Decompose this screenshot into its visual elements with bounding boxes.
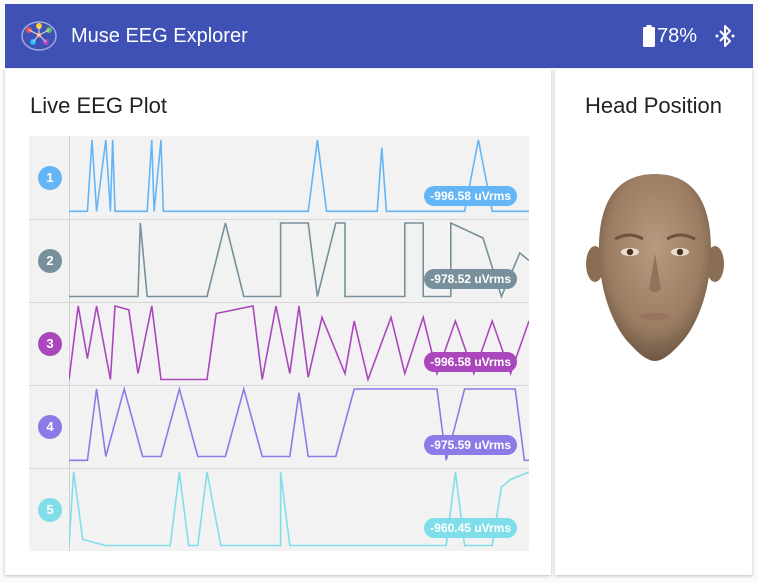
head-position-card: Head Position [555,69,752,575]
channel-reading-badge: -996.58 uVrms [424,352,517,372]
eeg-plot-card: Live EEG Plot 1 -996.58 uVrms 2 -978.52 uVr… [5,69,551,575]
eeg-waveform [69,221,529,299]
channel-separator [29,468,529,469]
head-model-image [586,174,724,361]
plot-title: Live EEG Plot [30,93,167,118]
eeg-channel-5: 5 -960.45 uVrms [29,468,529,551]
eeg-channel-4: 4 -975.59 uVrms [29,385,529,468]
head-position-title: Head Position [585,93,722,118]
channel-reading-badge: -996.58 uVrms [424,186,517,206]
eeg-waveform [69,385,529,462]
channel-separator [29,302,529,303]
brain-circuit-icon [21,21,57,51]
channel-reading-badge: -960.45 uVrms [424,518,517,538]
battery-percentage: 78% [656,24,697,47]
battery-status: 78% [642,24,697,48]
channel-separator [29,385,529,386]
channel-number-badge: 2 [38,248,62,273]
eeg-channel-3: 3 -996.58 uVrms [29,302,529,385]
channel-number-badge: 5 [38,497,62,522]
eeg-waveform [69,471,529,547]
eeg-waveform [69,304,529,383]
channel-reading-badge: -978.52 uVrms [424,269,517,289]
channel-reading-badge: -975.59 uVrms [424,435,517,455]
channel-number-badge: 4 [38,414,62,439]
eeg-plot-area: 1 -996.58 uVrms 2 -978.52 uVrms 3 -996.58 uVr… [29,136,529,551]
eeg-waveform [69,139,529,213]
bluetooth-connected-icon[interactable] [715,24,735,48]
app-bar: Muse EEG Explorer 78% [5,4,753,68]
app-title: Muse EEG Explorer [71,24,248,47]
eeg-channel-1: 1 -996.58 uVrms [29,136,529,219]
channel-separator [29,219,529,220]
eeg-channel-2: 2 -978.52 uVrms [29,219,529,302]
channel-number-badge: 3 [38,331,62,356]
channel-number-badge: 1 [38,165,62,190]
battery-icon [642,25,655,47]
